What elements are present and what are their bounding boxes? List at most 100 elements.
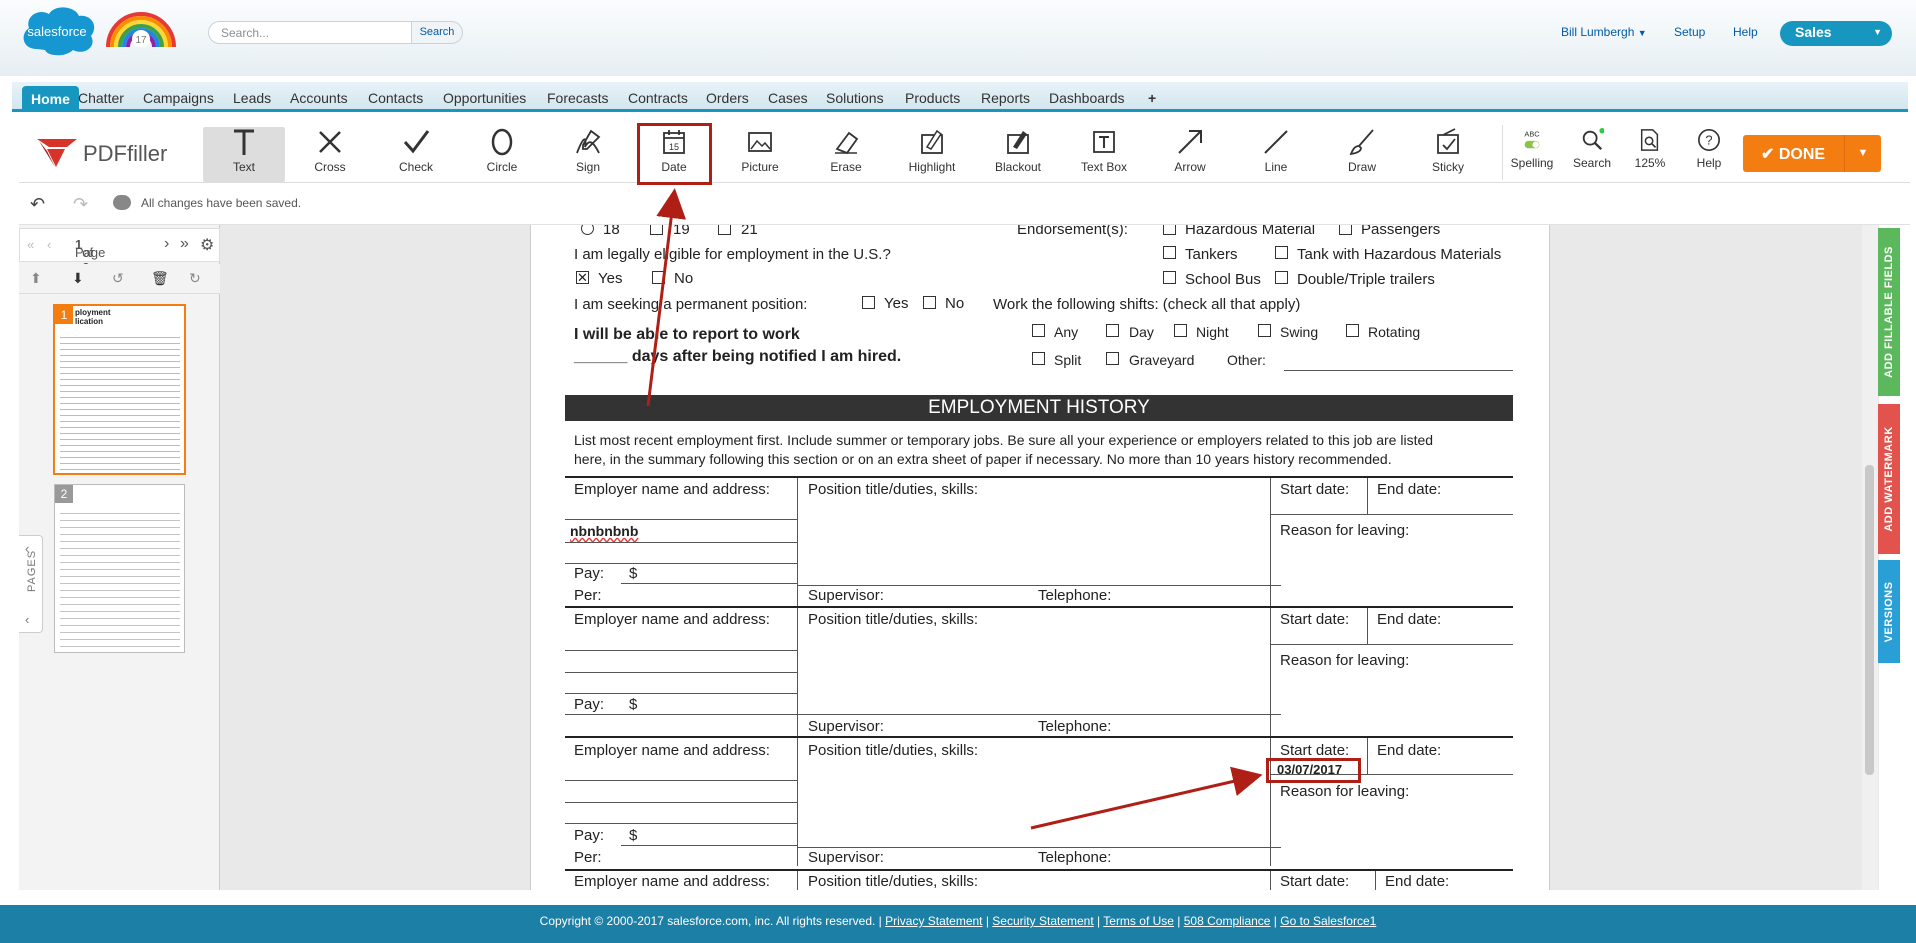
prev-page-button[interactable]: ‹	[47, 237, 51, 252]
spelling-tool[interactable]: ABC Spelling	[1503, 127, 1561, 182]
highlight-tool[interactable]: Highlight	[891, 127, 973, 182]
checkbox-seeking-no[interactable]	[923, 296, 936, 309]
line-tool[interactable]: Line	[1235, 127, 1317, 182]
tab-chatter[interactable]: Chatter	[72, 87, 130, 109]
gear-icon[interactable]: ⚙	[200, 235, 214, 255]
employer-line[interactable]	[565, 672, 797, 673]
tab-contracts[interactable]: Contracts	[622, 87, 694, 109]
checkbox-tank-hazmat[interactable]	[1275, 246, 1288, 259]
page-thumbnail-1[interactable]: 1 ployment lication	[53, 304, 186, 475]
terms-link[interactable]: Terms of Use	[1103, 914, 1174, 928]
salesforce-logo[interactable]: salesforce	[17, 4, 99, 59]
employer-line[interactable]	[565, 519, 797, 520]
tab-solutions[interactable]: Solutions	[820, 87, 890, 109]
app-name[interactable]: Sales	[1795, 24, 1832, 40]
checkbox-18[interactable]	[581, 225, 594, 235]
tab-opportunities[interactable]: Opportunities	[437, 87, 532, 109]
sign-tool[interactable]: Sign	[547, 127, 629, 182]
pdf-page[interactable]: 18 19 21 Endorsement(s): Hazardous Mater…	[530, 225, 1550, 890]
search-tool[interactable]: Search	[1563, 127, 1621, 182]
employer-line[interactable]	[565, 563, 797, 564]
checkbox-passengers[interactable]	[1339, 225, 1352, 235]
checkbox-double-triple[interactable]	[1275, 271, 1288, 284]
tab-contacts[interactable]: Contacts	[362, 87, 429, 109]
checkbox-21[interactable]	[718, 225, 731, 235]
salesforce1-link[interactable]: Go to Salesforce1	[1280, 914, 1376, 928]
security-link[interactable]: Security Statement	[992, 914, 1093, 928]
checkbox-swing[interactable]	[1258, 324, 1271, 337]
add-tab-button[interactable]: +	[1142, 87, 1162, 109]
checkbox-night[interactable]	[1174, 324, 1187, 337]
employer-line[interactable]	[565, 650, 797, 651]
first-page-button[interactable]: «	[27, 237, 34, 252]
user-name[interactable]: Bill Lumbergh	[1561, 25, 1634, 39]
checkbox-eligible-no[interactable]	[652, 271, 665, 284]
done-dropdown-button[interactable]: ▼	[1844, 135, 1881, 172]
privacy-link[interactable]: Privacy Statement	[885, 914, 982, 928]
employer-line[interactable]	[565, 780, 797, 781]
tab-leads[interactable]: Leads	[227, 87, 277, 109]
draw-tool[interactable]: Draw	[1321, 127, 1403, 182]
checkbox-19[interactable]	[650, 225, 663, 235]
tab-products[interactable]: Products	[899, 87, 966, 109]
rotate-icon[interactable]: ↺	[112, 270, 124, 287]
blackout-tool[interactable]: Blackout	[977, 127, 1059, 182]
pages-tab[interactable]: ‹ PAGES ‹	[19, 535, 43, 633]
checkbox-tankers[interactable]	[1163, 246, 1176, 259]
filled-employer-name[interactable]: nbnbnbnb	[570, 523, 638, 539]
trash-icon[interactable]: 🗑	[151, 270, 169, 287]
other-field-line[interactable]	[1284, 370, 1513, 371]
add-watermark-tab[interactable]: ADD WATERMARK	[1878, 404, 1900, 554]
circle-tool[interactable]: Circle	[461, 127, 543, 182]
erase-tool[interactable]: Erase	[805, 127, 887, 182]
scrollbar-thumb[interactable]	[1865, 465, 1874, 775]
zoom-tool[interactable]: 125%	[1621, 127, 1679, 182]
checkbox-split[interactable]	[1032, 352, 1045, 365]
checkbox-hazmat[interactable]	[1163, 225, 1176, 235]
checkbox-day[interactable]	[1106, 324, 1119, 337]
help-link[interactable]: Help	[1733, 25, 1758, 39]
help-tool[interactable]: ? Help	[1680, 127, 1738, 182]
check-tool[interactable]: Check	[375, 127, 457, 182]
picture-tool[interactable]: Picture	[719, 127, 801, 182]
employer-line[interactable]	[565, 693, 797, 694]
text-box-tool[interactable]: Text Box	[1063, 127, 1145, 182]
checkbox-rotating[interactable]	[1346, 324, 1359, 337]
arrow-tool[interactable]: Arrow	[1149, 127, 1231, 182]
tab-reports[interactable]: Reports	[975, 87, 1036, 109]
pay-line[interactable]	[621, 845, 797, 846]
last-page-button[interactable]: »	[180, 235, 189, 253]
checkbox-any[interactable]	[1032, 324, 1045, 337]
employer-line[interactable]	[565, 802, 797, 803]
tab-dashboards[interactable]: Dashboards	[1043, 87, 1131, 109]
search-input[interactable]: Search...	[208, 21, 412, 44]
sticky-tool[interactable]: Sticky	[1407, 127, 1489, 182]
versions-tab[interactable]: VERSIONS	[1878, 560, 1900, 663]
tab-forecasts[interactable]: Forecasts	[541, 87, 614, 109]
checkbox-school-bus[interactable]	[1163, 271, 1176, 284]
tab-campaigns[interactable]: Campaigns	[137, 87, 220, 109]
add-fillable-fields-tab[interactable]: ADD FILLABLE FIELDS	[1878, 228, 1900, 396]
user-menu[interactable]: Bill Lumbergh ▼	[1561, 25, 1647, 39]
checkbox-eligible-yes-checked[interactable]: ✕	[576, 271, 589, 284]
undo-button[interactable]: ↶	[30, 194, 45, 215]
text-tool[interactable]: Text	[203, 127, 285, 182]
redo-button[interactable]: ↷	[73, 194, 88, 215]
done-button[interactable]: ✔ DONE ▼	[1743, 135, 1881, 172]
move-down-icon[interactable]: ⬇	[72, 270, 84, 287]
next-page-button[interactable]: ›	[164, 235, 169, 253]
tab-accounts[interactable]: Accounts	[284, 87, 354, 109]
search-button[interactable]: Search	[411, 21, 463, 44]
setup-link[interactable]: Setup	[1674, 25, 1705, 39]
tab-home[interactable]: Home	[22, 86, 79, 112]
move-up-icon[interactable]: ⬆	[30, 270, 42, 287]
page-thumbnail-2[interactable]: 2	[54, 484, 185, 653]
employer-line[interactable]	[565, 542, 797, 543]
employer-line[interactable]	[565, 823, 797, 824]
checkbox-graveyard[interactable]	[1106, 352, 1119, 365]
tab-orders[interactable]: Orders	[700, 87, 755, 109]
app-switcher[interactable]: Sales ▼	[1780, 21, 1892, 46]
tab-cases[interactable]: Cases	[762, 87, 814, 109]
refresh-icon[interactable]: ↻	[189, 270, 201, 287]
cross-tool[interactable]: Cross	[289, 127, 371, 182]
